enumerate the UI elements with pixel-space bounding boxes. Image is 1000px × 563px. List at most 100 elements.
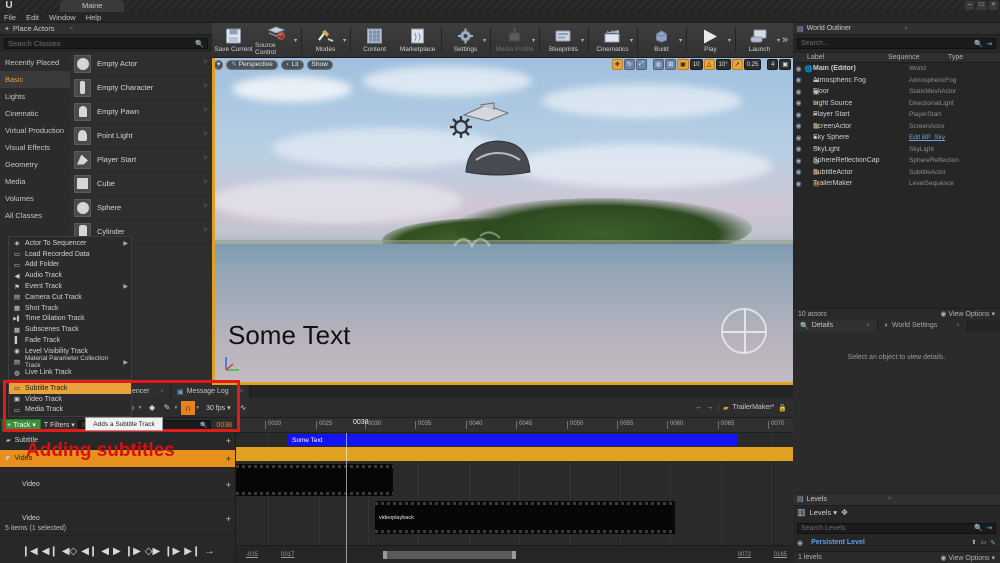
breadcrumb-trailermaker[interactable]: TrailerMaker* (733, 404, 775, 411)
chevron-down-icon[interactable]: ▾ (630, 37, 633, 44)
visibility-eye-icon[interactable]: ◉ (793, 145, 804, 153)
toolbar-media-profile[interactable]: Media Profile (493, 23, 536, 58)
chevron-down-icon[interactable]: ▾ (581, 37, 584, 44)
visibility-eye-icon[interactable]: ◉ (793, 88, 804, 96)
close-icon[interactable]: × (904, 26, 908, 32)
track-row-video-1[interactable]: Video + (0, 468, 235, 502)
menu-edit[interactable]: Edit (26, 13, 39, 22)
visibility-eye-icon[interactable]: ◉ (793, 76, 804, 84)
outliner-row-atmospheric-fog[interactable]: ◉ ☁ Atmospheric Fog AtmosphericFog (793, 75, 1000, 87)
visibility-eye-icon[interactable]: ◉ (793, 168, 804, 176)
menu-item-subscenes-track[interactable]: ▩ Subscenes Track (9, 324, 131, 335)
add-track-button[interactable]: + Track ▾ (2, 419, 41, 431)
save-level-icon[interactable]: ⬆ (971, 539, 976, 546)
visibility-eye-icon[interactable]: ◉ (793, 122, 804, 130)
outliner-row-trailermaker[interactable]: ◉ ▤ TrailerMaker LevelSequence (793, 178, 1000, 190)
toolbar-blueprints[interactable]: Blueprints (542, 23, 585, 58)
toolbar-modes[interactable]: Modes (304, 23, 347, 58)
jump-to-start-icon[interactable]: ❙◀ (22, 546, 38, 557)
chevron-down-icon[interactable]: ▾ (175, 405, 178, 411)
rotate-icon[interactable]: ↻ (623, 59, 635, 70)
track-type-submenu[interactable]: ▭ Subtitle Track ▣ Video Track ▭ Media T… (8, 381, 132, 418)
expand-icon[interactable]: ⇥ (986, 40, 992, 48)
camera-speed-icon[interactable]: 4 (767, 59, 779, 70)
menu-window[interactable]: Window (49, 13, 76, 22)
chevron-down-icon[interactable]: ▾ (196, 405, 199, 411)
project-tab[interactable]: Maine (60, 0, 125, 12)
outliner-row-light-source[interactable]: ◉ ☀ Light Source DirectionalLight (793, 98, 1000, 110)
sequencer-timeline[interactable]: 0020 0025 0030 0035 0040 0045 0050 0055 … (236, 418, 793, 563)
timeline-horizontal-scrollbar[interactable]: -015 0017 0072 0165 (236, 545, 793, 563)
view-options-button[interactable]: ◉ View Options ▾ (940, 310, 995, 318)
frame-forward-icon[interactable]: ❙▶ (125, 546, 141, 557)
video-group-lane[interactable] (236, 447, 793, 461)
scrollbar-thumb[interactable] (383, 551, 516, 559)
visibility-eye-icon[interactable]: ◉ (793, 65, 804, 73)
toolbar-marketplace[interactable]: Marketplace (396, 23, 439, 58)
add-track-context-menu[interactable]: ◈ Actor To Sequencer ▶ ▭ Load Recorded D… (8, 236, 132, 381)
actor-item-empty-pawn[interactable]: Empty Pawn ? (70, 100, 212, 124)
world-outliner-tab[interactable]: ▤ World Outliner × (793, 23, 1000, 35)
category-cinematic[interactable]: Cinematic (0, 105, 70, 122)
nav-forward-icon[interactable]: → (706, 404, 713, 411)
actor-item-sphere[interactable]: Sphere ? (70, 196, 212, 220)
range-start-label[interactable]: -015 (246, 552, 258, 558)
menu-item-actor-to-sequencer[interactable]: ◈ Actor To Sequencer ▶ (9, 238, 131, 249)
close-icon[interactable]: × (956, 323, 960, 329)
toolbar-source-control[interactable]: Source Control (255, 23, 298, 58)
toolbar-cinematics[interactable]: Cinematics (591, 23, 634, 58)
help-icon[interactable]: ? (203, 180, 212, 187)
autokey-icon[interactable]: ✎ (161, 401, 174, 415)
subtitle-clip[interactable]: Some Text (288, 434, 738, 446)
view-start-label[interactable]: 0017 (281, 552, 294, 558)
menu-item-time-dilation-track[interactable]: ▶▌ Time Dilation Track (9, 314, 131, 325)
view-options-button[interactable]: ◉ View Options ▾ (940, 554, 995, 562)
column-type[interactable]: Type (948, 54, 1000, 61)
expand-icon[interactable]: ⇥ (986, 524, 992, 532)
toolbar-launch[interactable]: Launch (738, 23, 781, 58)
scale-icon[interactable]: ⤢ (635, 59, 647, 70)
visibility-eye-icon[interactable]: ◉ (793, 157, 804, 165)
step-forward-icon[interactable]: ❙▶ (164, 546, 180, 557)
move-icon[interactable]: ✥ (611, 59, 623, 70)
toolbar-overflow-button[interactable]: » (782, 34, 793, 46)
step-back-icon[interactable]: ◀❙ (42, 546, 58, 557)
snap-icon[interactable]: ⊞ (665, 59, 677, 70)
category-all-classes[interactable]: All Classes (0, 207, 70, 224)
outliner-row-sphere-reflection-capture[interactable]: ◉ ◍ SphereReflectionCap SphereReflection (793, 155, 1000, 167)
timeline-ruler[interactable]: 0020 0025 0030 0035 0040 0045 0050 0055 … (236, 418, 793, 433)
menu-item-live-link-track[interactable]: ◍ Live Link Track (9, 368, 131, 379)
tab-close-icon[interactable]: × (70, 26, 74, 32)
curve-editor-icon[interactable]: ∿ (237, 401, 250, 415)
menu-item-fade-track[interactable]: ▌ Fade Track (9, 335, 131, 346)
level-row-persistent[interactable]: ◉ Persistent Level ⬆ ▭ ✎ (793, 537, 1000, 549)
actor-item-empty-character[interactable]: Empty Character ? (70, 76, 212, 100)
toolbar-content[interactable]: Content (353, 23, 396, 58)
outliner-row-subtitleactor[interactable]: ◉ ▦ SubtitleActor SubtitleActor (793, 167, 1000, 179)
chevron-down-icon[interactable]: ▾ (483, 37, 486, 44)
lock-level-icon[interactable]: ▭ (980, 539, 986, 546)
menu-item-video-track[interactable]: ▣ Video Track (9, 394, 131, 405)
grid-size-value[interactable]: 10 (689, 59, 703, 70)
add-to-track-icon[interactable]: + (226, 480, 235, 490)
menu-item-shot-track[interactable]: ▦ Shot Track (9, 303, 131, 314)
tab-message-log[interactable]: ▣ Message Log × (171, 385, 251, 398)
lock-icon[interactable]: 🔒 (778, 404, 787, 412)
levels-tab[interactable]: ▤ Levels × (793, 493, 1000, 506)
menu-item-media-track[interactable]: ▭ Media Track (9, 405, 131, 416)
toolbar-settings[interactable]: Settings (444, 23, 487, 58)
angle-snap-icon[interactable]: △ (703, 59, 715, 70)
add-to-track-icon[interactable]: + (226, 454, 235, 464)
menu-item-material-parameter-collection-track[interactable]: ▤ Material Parameter Collection Track ▶ (9, 355, 131, 369)
angle-size-value[interactable]: 10° (715, 59, 731, 70)
play-reverse-icon[interactable]: ◀ (101, 546, 109, 557)
menu-item-add-folder[interactable]: ▭ Add Folder (9, 260, 131, 271)
menu-file[interactable]: File (4, 13, 16, 22)
toolbar-build[interactable]: Build (640, 23, 683, 58)
maximize-button[interactable]: □ (977, 1, 986, 10)
help-icon[interactable]: ? (203, 204, 212, 211)
close-icon[interactable]: × (160, 389, 164, 395)
level-viewport[interactable]: Some Text ▾ ✎ Perspective ◗ Lit Show ✥ ↻ (212, 58, 793, 385)
tab-details[interactable]: 🔍 Details × (793, 319, 878, 332)
subtitle-lane[interactable]: Some Text (236, 433, 793, 447)
